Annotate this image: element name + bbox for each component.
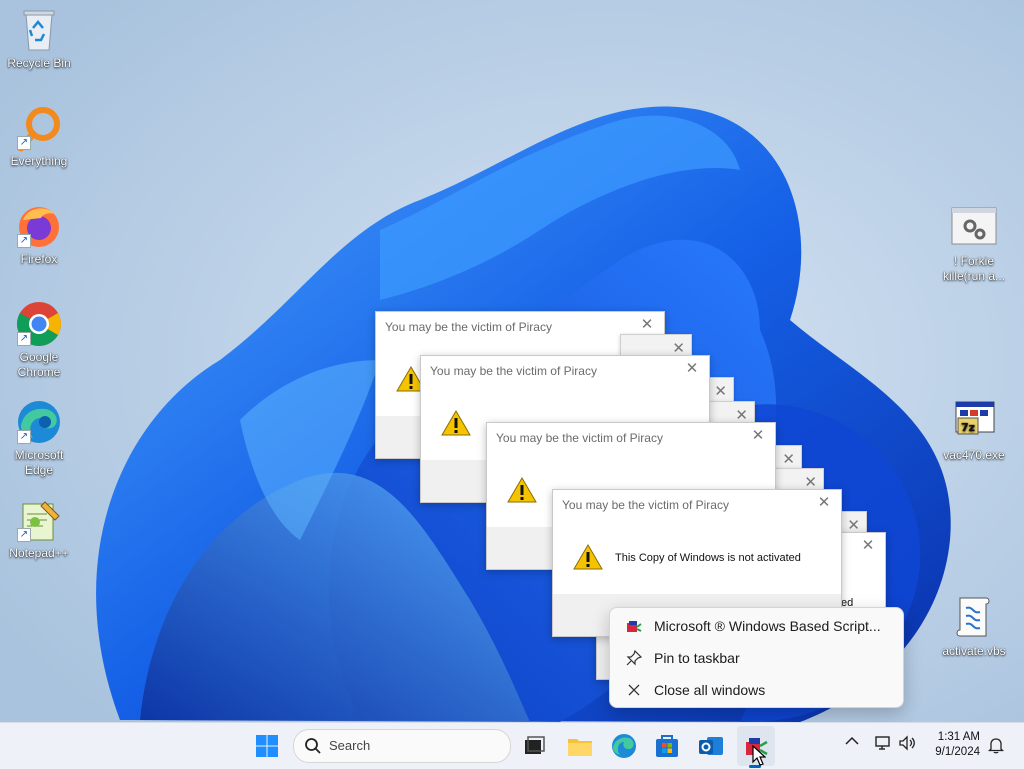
bell-icon bbox=[987, 738, 1005, 754]
desktop-icon-activate-vbs[interactable]: activate.vbs bbox=[936, 594, 1012, 659]
dialog-titlebar: You may be the victim of Piracy ✕ bbox=[487, 423, 775, 453]
notepadpp-label: Notepad++ bbox=[9, 546, 69, 560]
desktop-icon-edge[interactable]: ↗ Microsoft Edge bbox=[1, 398, 77, 478]
windows-logo-icon bbox=[256, 735, 278, 757]
network-status[interactable] bbox=[874, 735, 892, 754]
task-view-icon bbox=[525, 736, 545, 754]
wscript-icon bbox=[627, 621, 642, 632]
desktop-icon-chrome[interactable]: ↗ Google Chrome bbox=[1, 300, 77, 380]
taskbar-outlook[interactable] bbox=[695, 730, 727, 762]
clock-date: 9/1/2024 bbox=[935, 746, 980, 758]
chevron-up-icon bbox=[845, 736, 859, 745]
shortcut-arrow-icon: ↗ bbox=[17, 528, 31, 542]
installer-icon: 7z bbox=[950, 398, 998, 446]
desktop-icon-notepadpp[interactable]: ↗ Notepad++ bbox=[1, 496, 77, 561]
edge-icon: ↗ bbox=[15, 398, 63, 446]
search-icon bbox=[305, 738, 321, 754]
taskbar-edge[interactable] bbox=[608, 730, 640, 762]
desktop-icon-firefox[interactable]: ↗ Firefox bbox=[1, 202, 77, 267]
start-button[interactable] bbox=[251, 730, 283, 762]
notifications-button[interactable] bbox=[987, 736, 1005, 757]
close-icon[interactable]: ✕ bbox=[815, 494, 833, 512]
warning-icon bbox=[507, 477, 537, 503]
firefox-icon: ↗ bbox=[15, 202, 63, 250]
context-item-pin-to-taskbar[interactable]: Pin to taskbar bbox=[614, 643, 899, 673]
context-item-label: Microsoft ® Windows Based Script... bbox=[654, 618, 881, 634]
forkie-killer-label: ! Forkie kille(run a... bbox=[942, 254, 1006, 283]
vac470-label: vac470.exe bbox=[943, 448, 1005, 462]
firefox-label: Firefox bbox=[20, 252, 58, 266]
context-item-label: Pin to taskbar bbox=[654, 650, 740, 666]
dialog-title: You may be the victim of Piracy bbox=[562, 498, 729, 512]
shortcut-arrow-icon: ↗ bbox=[17, 136, 31, 150]
settings-app-icon bbox=[950, 204, 998, 252]
taskbar: Search 1:31 AM 9/1/2024 bbox=[0, 722, 1024, 769]
recycle-bin-icon bbox=[15, 6, 63, 54]
volume-control[interactable] bbox=[898, 735, 918, 754]
taskbar-task-view[interactable] bbox=[518, 730, 550, 762]
notepadpp-icon: ↗ bbox=[15, 496, 63, 544]
desktop-icon-vac470[interactable]: 7z vac470.exe bbox=[936, 398, 1012, 463]
close-icon bbox=[628, 684, 640, 696]
svg-text:7z: 7z bbox=[961, 421, 975, 434]
everything-label: Everything bbox=[10, 154, 68, 168]
dialog-titlebar: You may be the victim of Piracy ✕ bbox=[553, 490, 841, 520]
everything-search-icon: ↗ bbox=[15, 104, 63, 152]
close-icon[interactable]: ✕ bbox=[749, 427, 767, 445]
desktop-icon-everything[interactable]: ↗ Everything bbox=[1, 104, 77, 169]
store-icon bbox=[656, 735, 678, 757]
script-icon bbox=[950, 594, 998, 642]
pin-icon bbox=[626, 650, 642, 666]
shortcut-arrow-icon: ↗ bbox=[17, 332, 31, 346]
outlook-icon bbox=[699, 737, 723, 755]
shortcut-arrow-icon: ↗ bbox=[17, 430, 31, 444]
recycle-bin-label: Recycle Bin bbox=[7, 56, 71, 70]
dialog-body: This Copy of Windows is not activated bbox=[553, 520, 841, 594]
show-hidden-icons[interactable] bbox=[845, 736, 859, 749]
shortcut-arrow-icon: ↗ bbox=[17, 234, 31, 248]
clock-time: 1:31 AM bbox=[937, 731, 980, 743]
chrome-icon: ↗ bbox=[15, 300, 63, 348]
chrome-label: Google Chrome bbox=[17, 350, 61, 379]
activate-vbs-label: activate.vbs bbox=[942, 644, 1006, 658]
taskbar-search-box[interactable]: Search bbox=[293, 729, 511, 763]
desktop-icon-forkie-killer[interactable]: ! Forkie kille(run a... bbox=[936, 204, 1012, 284]
context-item-wscript[interactable]: Microsoft ® Windows Based Script... bbox=[614, 611, 899, 641]
folder-icon bbox=[568, 739, 592, 756]
taskbar-context-menu: Microsoft ® Windows Based Script... Pin … bbox=[609, 607, 904, 708]
context-item-label: Close all windows bbox=[654, 682, 766, 698]
dialog-title: You may be the victim of Piracy bbox=[496, 431, 663, 445]
clock[interactable]: 1:31 AM 9/1/2024 bbox=[920, 730, 980, 760]
close-icon[interactable]: ✕ bbox=[683, 360, 701, 378]
close-icon[interactable]: ✕ bbox=[859, 537, 877, 555]
dialog-titlebar: You may be the victim of Piracy ✕ bbox=[421, 356, 709, 386]
edge-icon bbox=[612, 734, 636, 758]
taskbar-store[interactable] bbox=[651, 730, 683, 762]
close-icon[interactable]: ✕ bbox=[638, 316, 656, 334]
search-placeholder: Search bbox=[329, 738, 371, 753]
context-item-close-all[interactable]: Close all windows bbox=[614, 675, 899, 705]
speaker-icon bbox=[899, 735, 915, 751]
edge-label: Microsoft Edge bbox=[14, 448, 64, 477]
dialog-message: This Copy of Windows is not activated bbox=[615, 552, 801, 564]
taskbar-file-explorer[interactable] bbox=[564, 730, 596, 762]
network-icon bbox=[875, 736, 890, 750]
mouse-cursor-icon bbox=[752, 745, 766, 766]
dialog-title: You may be the victim of Piracy bbox=[385, 320, 552, 334]
dialog-title: You may be the victim of Piracy bbox=[430, 364, 597, 378]
warning-icon bbox=[441, 410, 471, 436]
close-icon[interactable]: ✕ bbox=[782, 450, 795, 468]
desktop-icon-recycle-bin[interactable]: Recycle Bin bbox=[1, 6, 77, 71]
warning-icon bbox=[573, 544, 603, 570]
close-icon[interactable]: ✕ bbox=[714, 382, 727, 400]
